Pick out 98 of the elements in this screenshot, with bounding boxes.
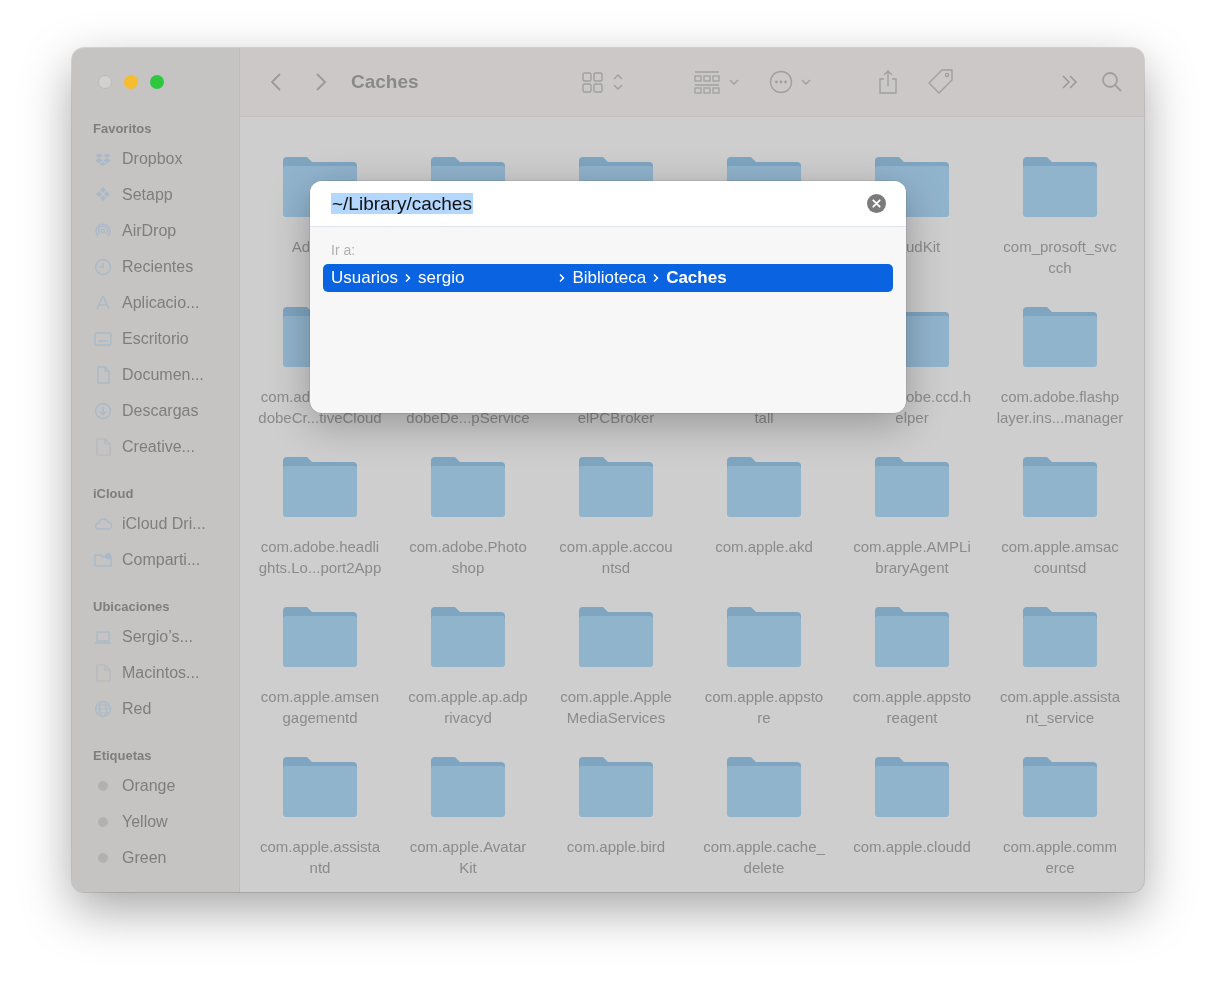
folder-name: erce [1045, 858, 1075, 878]
share-icon[interactable] [876, 69, 899, 95]
folder-name: elper [895, 408, 929, 428]
folder-name: cch [1048, 258, 1072, 278]
folder-name: com.apple.appsto [704, 687, 824, 707]
folder-name: rivacyd [444, 708, 492, 728]
folder-name: com.apple.amsac [1001, 537, 1119, 557]
folder-name: delete [743, 858, 785, 878]
folder-name: com.ad [260, 387, 310, 407]
goto-hint: Ir a: [331, 242, 357, 258]
sidebar-item-label[interactable]: Recientes [122, 258, 194, 276]
laptop-icon [94, 628, 112, 646]
sidebar-item-label[interactable]: Yellow [122, 813, 168, 831]
tag-icon[interactable] [926, 68, 955, 96]
clear-icon[interactable] [867, 194, 886, 213]
document-icon [94, 366, 112, 384]
globe-icon [94, 700, 112, 718]
folder-name: com.apple.appsto [852, 687, 972, 707]
letter-a-icon [94, 294, 112, 312]
window-title: Caches [351, 71, 419, 93]
sidebar-item-label[interactable]: Green [122, 849, 167, 867]
folder-name: com.adobe.flashp [1000, 387, 1120, 407]
folder-name: com.apple.Avatar [409, 837, 527, 857]
folder-name: nt_service [1025, 708, 1095, 728]
zoom-icon[interactable] [150, 75, 164, 89]
search-icon[interactable] [1100, 71, 1123, 93]
folder-name: com.adobe.Photo [409, 537, 527, 557]
folder-name: layer.ins...manager [996, 408, 1124, 428]
folder-name: tall [754, 408, 774, 428]
folder-name: re [757, 708, 771, 728]
folder-name: com.apple.accou [559, 537, 673, 557]
folder-name: com.apple.cloudd [853, 837, 971, 857]
folder-name: braryAgent [875, 558, 949, 578]
diamond-icon [94, 186, 112, 204]
sidebar-item-label[interactable]: Sergio’s... [122, 628, 193, 646]
sidebar-item-label[interactable]: Aplicacio... [122, 294, 200, 312]
sidebar-section-title: Ubicaciones [92, 598, 171, 616]
folder-name: gagementd [282, 708, 358, 728]
folder-name: obe.ccd.h [906, 387, 972, 407]
folder-name: com.apple.assista [259, 837, 381, 857]
folder-name: ntsd [601, 558, 631, 578]
path-segment-label: Caches [666, 268, 727, 288]
sidebar-section-title: iCloud [92, 485, 135, 503]
folder-name: com.apple.bird [566, 837, 666, 857]
path-segment-label: Usuarios [331, 268, 399, 288]
folder-name: com.apple.amsen [260, 687, 380, 707]
folder-name: com.apple.ap.adp [408, 687, 528, 707]
monitor-icon [94, 330, 112, 348]
sidebar-section-title: Favoritos [92, 120, 153, 138]
clock-icon [94, 258, 112, 276]
chevron-icon [558, 273, 567, 283]
dropbox-icon [94, 150, 112, 168]
folder-name: reagent [886, 708, 938, 728]
folder-name: Kit [459, 858, 477, 878]
path-suggestion[interactable]: Usuarios sergio Biblioteca Caches [323, 264, 893, 292]
folder-name: ghts.Lo...port2App [258, 558, 382, 578]
folder-name: udKit [906, 237, 941, 257]
chevron-icon [652, 273, 661, 283]
sidebar-item-label[interactable]: Setapp [122, 186, 173, 204]
minimize-icon[interactable] [124, 75, 138, 89]
download-icon [94, 402, 112, 420]
sidebar-item-label[interactable]: Creative... [122, 438, 195, 456]
folder-name: com.apple.cache_ [703, 837, 825, 857]
folder-name: shop [451, 558, 485, 578]
sidebar-item-label[interactable]: Comparti... [122, 551, 201, 569]
folder-name: elPCBroker [577, 408, 655, 428]
folder-name: com.apple.Apple [560, 687, 672, 707]
sidebar-item-label[interactable]: Documen... [122, 366, 204, 384]
sidebar-item-label[interactable]: Red [122, 700, 152, 718]
sidebar-item-label[interactable]: Dropbox [122, 150, 183, 168]
chevron-icon [404, 273, 413, 283]
sidebar-item-label[interactable]: AirDrop [122, 222, 177, 240]
sidebar-section-title: Etiquetas [92, 747, 153, 765]
folder-name: ntd [309, 858, 331, 878]
cloud-icon [94, 515, 112, 533]
folder-name: dobeCr...tiveCloud [258, 408, 382, 428]
folder-name: com.apple.comm [1002, 837, 1118, 857]
path-segment-label: Biblioteca [572, 268, 647, 288]
sidebar-item-label[interactable]: Macintos... [122, 664, 200, 682]
folder-name: countsd [1033, 558, 1087, 578]
folder-name: MediaServices [566, 708, 666, 728]
sidebar-item-label[interactable]: Escritorio [122, 330, 189, 348]
folder-name: Ad [291, 237, 310, 257]
sidebar-item-label[interactable]: Descargas [122, 402, 199, 420]
forward-icon[interactable] [315, 72, 327, 92]
folder-name: com.adobe.headli [260, 537, 380, 557]
back-icon[interactable] [270, 72, 282, 92]
path-segment-label: sergio [418, 268, 465, 288]
shared-folder-icon [94, 551, 112, 569]
grid-view-icon[interactable] [581, 71, 624, 93]
double-chevron-icon[interactable] [1060, 74, 1079, 90]
folder-name: com.apple.assista [999, 687, 1121, 707]
folder-name: com_prosoft_svc [1003, 237, 1117, 257]
folder-name: dobeDe...pService [406, 408, 530, 428]
folder-name: com.apple.akd [715, 537, 813, 557]
sidebar-item-label[interactable]: iCloud Dri... [122, 515, 206, 533]
folder-name: com.apple.AMPLi [853, 537, 971, 557]
sidebar-item-label[interactable]: Orange [122, 777, 176, 795]
